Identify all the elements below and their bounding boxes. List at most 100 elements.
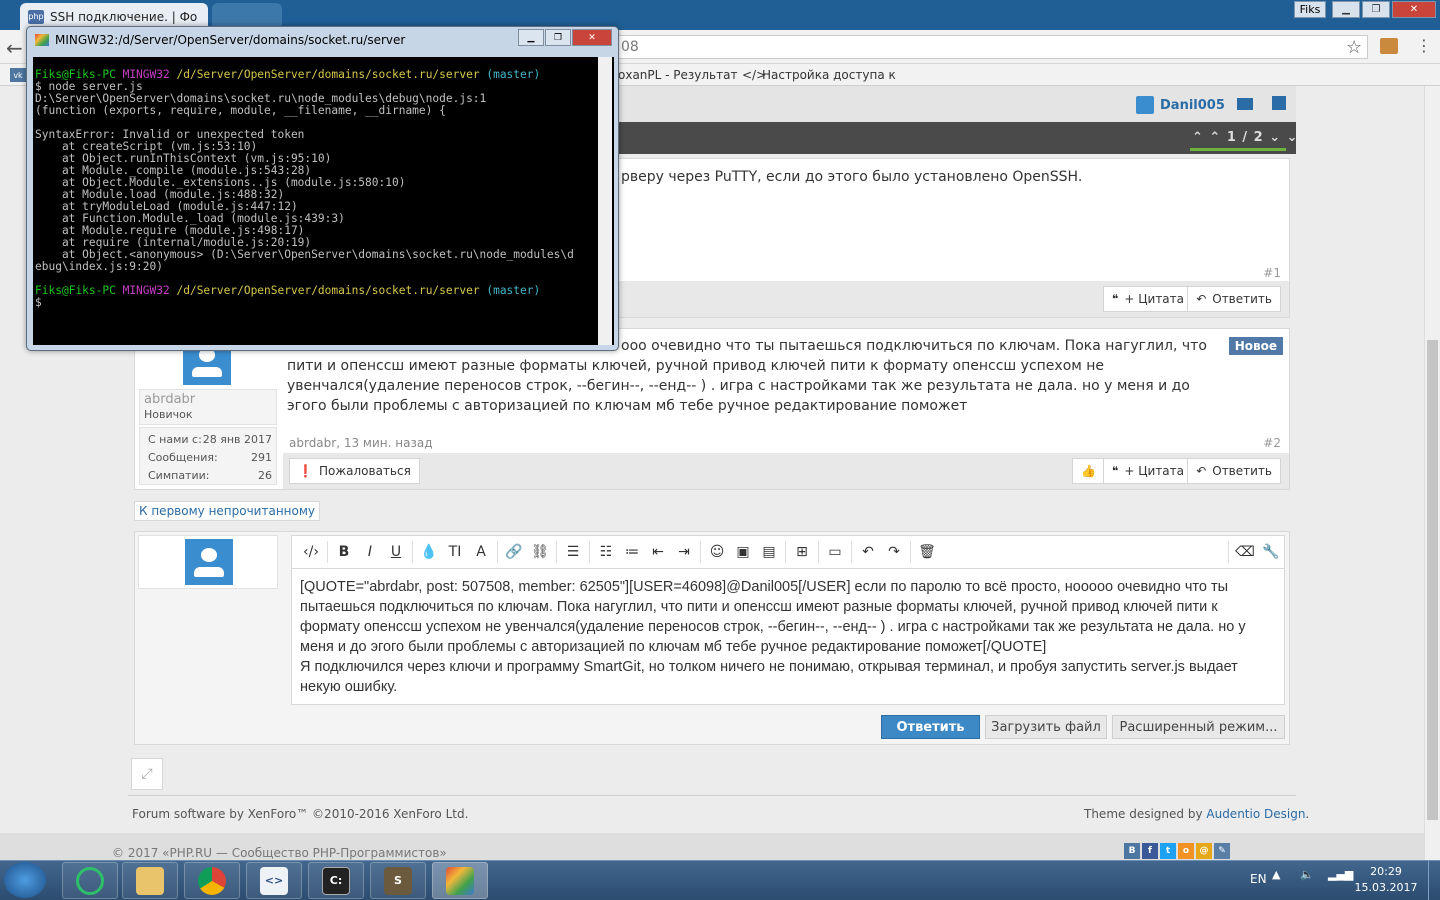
delete-draft-icon[interactable]: 🗑 [914, 541, 940, 563]
source-code-icon[interactable]: ‹/› [298, 541, 324, 563]
wrench-icon[interactable]: 🔧 [1258, 541, 1284, 563]
code-editor-icon: <> [260, 866, 288, 895]
clock[interactable]: 20:29 15.03.2017 [1352, 864, 1420, 896]
post-number[interactable]: #2 [1263, 436, 1281, 450]
font-size-icon[interactable]: TI [442, 541, 468, 563]
taskbar-app[interactable] [432, 862, 488, 899]
network-icon[interactable]: ▂▄▆ [1328, 868, 1353, 881]
mail-icon[interactable] [1237, 98, 1253, 110]
flag-icon[interactable] [1272, 96, 1286, 110]
twitter-icon[interactable]: t [1160, 843, 1176, 859]
terminal-line: (function (exports, require, module, __f… [35, 104, 446, 117]
window-controls: ▁ ❐ ✕ [1332, 1, 1436, 18]
profile-chip[interactable]: Fiks [1294, 1, 1326, 18]
vk-share-icon[interactable]: B [1124, 843, 1140, 859]
quote-button[interactable]: ❝ + Цитата [1102, 286, 1193, 312]
livejournal-icon[interactable]: ✎ [1214, 843, 1230, 859]
undo-icon[interactable]: ↶ [855, 541, 881, 563]
scrollbar-thumb[interactable] [1427, 340, 1438, 820]
username[interactable]: Danil005 [1160, 98, 1225, 113]
terminal-line: ebug\index.js:9:20) [35, 260, 163, 273]
prompt-cursor: $ [35, 296, 42, 309]
theme-credit-link[interactable]: Audentio Design [1206, 807, 1305, 821]
smilie-icon[interactable]: ☺ [704, 541, 730, 563]
indent-icon[interactable]: ⇥ [671, 541, 697, 563]
text-color-icon[interactable]: 💧 [416, 541, 442, 563]
align-icon[interactable]: ☰ [560, 541, 586, 563]
expand-icon[interactable]: ⤢ [131, 758, 163, 790]
save-draft-icon[interactable]: ▭ [822, 541, 848, 563]
link-icon[interactable]: 🔗 [501, 541, 527, 563]
image-icon[interactable]: ▣ [730, 541, 756, 563]
advanced-mode-button[interactable]: Расширенный режим... [1112, 715, 1285, 739]
taskbar-app[interactable]: S [370, 862, 426, 899]
reply-label: Ответить [1212, 464, 1272, 478]
show-desktop-button[interactable] [1428, 860, 1440, 900]
reply-button[interactable]: ↶ Ответить [1187, 458, 1281, 484]
close-icon[interactable]: ✕ [572, 29, 612, 46]
taskbar-app[interactable]: C: [308, 862, 364, 899]
facebook-icon[interactable]: f [1142, 843, 1158, 859]
tray-arrow-icon[interactable]: ▲ [1272, 868, 1280, 881]
minimize-icon[interactable]: ▁ [518, 29, 544, 46]
like-button[interactable]: 👍 [1072, 458, 1105, 484]
redo-icon[interactable]: ↷ [881, 541, 907, 563]
numbered-list-icon[interactable]: ≔ [619, 541, 645, 563]
author-name[interactable]: abrdabr [144, 392, 195, 407]
terminal-scrollbar[interactable] [598, 57, 612, 345]
odnoklassniki-icon[interactable]: o [1178, 843, 1194, 859]
outdent-icon[interactable]: ⇤ [645, 541, 671, 563]
start-button[interactable] [4, 862, 46, 898]
clock-time: 20:29 [1370, 865, 1402, 878]
bookmark-item[interactable]: Настройка доступа к [762, 68, 896, 82]
eraser-icon[interactable]: ⌫ [1232, 541, 1258, 563]
my-avatar[interactable] [185, 539, 233, 585]
bold-icon[interactable]: B [331, 541, 357, 563]
quote-button[interactable]: ❝ + Цитата [1102, 458, 1193, 484]
unlink-icon[interactable]: ⛓ [527, 541, 553, 563]
taskbar-app[interactable] [62, 862, 118, 899]
bookmark-star-icon[interactable]: ☆ [1346, 37, 1362, 58]
language-indicator[interactable]: EN [1250, 872, 1267, 886]
first-unread-link[interactable]: К первому непрочитанному [134, 501, 321, 521]
address-bar[interactable]: 08 [600, 35, 1368, 59]
media-icon[interactable]: ▤ [756, 541, 782, 563]
maximize-icon[interactable]: ❐ [1362, 1, 1390, 18]
browser-menu-icon[interactable]: ⋮ [1416, 36, 1432, 55]
reply-button[interactable]: ↶ Ответить [1187, 286, 1281, 312]
back-arrow-icon[interactable]: ← [6, 36, 23, 60]
extension-icon[interactable] [1380, 38, 1398, 54]
chrome-icon [198, 866, 226, 895]
stat-label: С нами с: [148, 432, 202, 446]
taskbar-app[interactable] [122, 862, 178, 899]
post-meta[interactable]: abrdabr, 13 мин. назад [289, 436, 432, 450]
upload-file-button[interactable]: Загрузить файл [985, 715, 1107, 739]
speaker-icon[interactable]: 🔈 [1300, 868, 1314, 881]
vk-icon[interactable]: vk [10, 68, 26, 82]
taskbar-app[interactable]: <> [246, 862, 302, 899]
editor-text: Я подключился через ключи и программу Sm… [300, 659, 1238, 695]
bullet-list-icon[interactable]: ☷ [593, 541, 619, 563]
terminal-output[interactable]: Fiks@Fiks-PC MINGW32 /d/Server/OpenServe… [33, 57, 614, 345]
bookmark-item[interactable]: охаnPL - Результат [618, 68, 737, 82]
message-editor[interactable]: [QUOTE="abrdabr, post: 507508, member: 6… [291, 569, 1285, 705]
mail-ru-icon[interactable]: @ [1196, 843, 1212, 859]
italic-icon[interactable]: I [357, 541, 383, 563]
git-bash-icon [35, 34, 49, 46]
report-button[interactable]: ❗ Пожаловаться [289, 458, 420, 484]
console-icon: C: [322, 866, 350, 895]
user-nav[interactable]: Danil005 [1136, 96, 1225, 114]
insert-icon[interactable]: ⊞ [789, 541, 815, 563]
submit-reply-button[interactable]: Ответить [881, 715, 980, 739]
minimize-icon[interactable]: ▁ [1332, 1, 1360, 18]
close-icon[interactable]: ✕ [1392, 1, 1436, 18]
pager[interactable]: ⌃ ⌃ 1 / 2 ⌄ ⌄ [1192, 130, 1299, 145]
prompt-branch: (master) [486, 284, 541, 297]
maximize-icon[interactable]: ❐ [545, 29, 571, 46]
font-family-icon[interactable]: A [468, 541, 494, 563]
terminal-window[interactable]: MINGW32:/d/Server/OpenServer/domains/soc… [26, 26, 619, 351]
post-number[interactable]: #1 [1263, 266, 1281, 280]
footer-credits[interactable]: Forum software by XenForo™ ©2010-2016 Xe… [132, 807, 468, 821]
taskbar-app[interactable] [184, 862, 240, 899]
underline-icon[interactable]: U [383, 541, 409, 563]
